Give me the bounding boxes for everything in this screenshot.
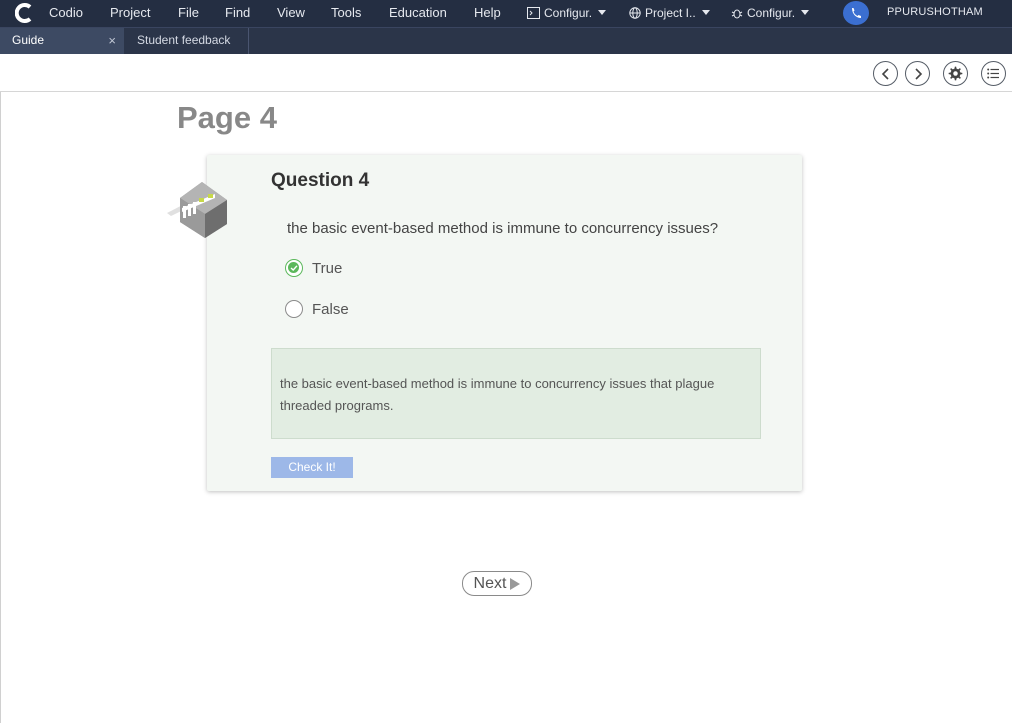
gear-icon [948,66,963,81]
question-text: the basic event-based method is immune t… [287,220,719,237]
menu-education[interactable]: Education [389,5,447,20]
answer-feedback: the basic event-based method is immune t… [271,348,761,439]
debug-config-label: Configur. [747,6,796,20]
run-config-dropdown[interactable]: Configur. [527,6,607,20]
question-card [207,155,802,491]
caret-down-icon [801,10,810,15]
codio-logo-icon[interactable] [15,3,35,23]
hurdle-question-icon [167,182,227,238]
option-false[interactable]: False [285,300,349,318]
menu-bar: Codio Project File Find View Tools Educa… [0,0,1012,27]
run-config-label: Configur. [544,6,593,20]
check-icon [290,265,298,271]
option-true[interactable]: True [285,259,342,277]
option-true-label: True [312,260,343,277]
prev-page-button[interactable] [873,61,898,86]
next-button[interactable]: Next [462,571,532,596]
tab-student-feedback-label: Student feedback [137,33,231,47]
bug-icon [731,9,743,19]
menu-find[interactable]: Find [225,5,250,20]
guide-toolbar [0,54,1012,92]
radio-selected-icon[interactable] [285,259,303,277]
chevron-right-icon [914,67,922,80]
close-icon[interactable]: × [108,33,116,48]
next-page-button[interactable] [905,61,930,86]
check-it-button[interactable]: Check It! [271,457,353,478]
tab-bar: Guide × Student feedback [0,27,1012,54]
chevron-left-icon [881,67,889,80]
debug-config-dropdown[interactable]: Configur. [731,6,810,20]
caret-down-icon [598,10,607,15]
menu-codio[interactable]: Codio [49,5,83,20]
caret-down-icon [701,10,710,15]
option-false-label: False [312,301,349,318]
tab-guide[interactable]: Guide × [0,28,124,54]
tab-student-feedback[interactable]: Student feedback [125,28,249,54]
question-title: Question 4 [271,170,370,191]
next-label: Next [473,574,507,592]
tab-guide-label: Guide [12,33,45,47]
project-index-label: Project I.. [645,6,696,20]
globe-icon [629,7,641,19]
left-border [0,92,1,723]
list-icon [987,68,999,79]
menu-tools[interactable]: Tools [331,5,361,20]
menu-project[interactable]: Project [110,5,150,20]
menu-help[interactable]: Help [474,5,501,20]
project-index-dropdown[interactable]: Project I.. [629,6,710,20]
settings-button[interactable] [943,61,968,86]
menu-file[interactable]: File [178,5,199,20]
table-of-contents-button[interactable] [981,61,1006,86]
call-avatar-button[interactable] [843,1,869,25]
play-arrow-icon [510,577,521,590]
phone-icon [852,8,861,18]
radio-unselected-icon[interactable] [285,300,303,318]
username[interactable]: PPURUSHOTHAM [887,6,983,18]
menu-view[interactable]: View [277,5,305,20]
page-title: Page 4 [177,100,277,135]
terminal-icon [527,7,540,19]
